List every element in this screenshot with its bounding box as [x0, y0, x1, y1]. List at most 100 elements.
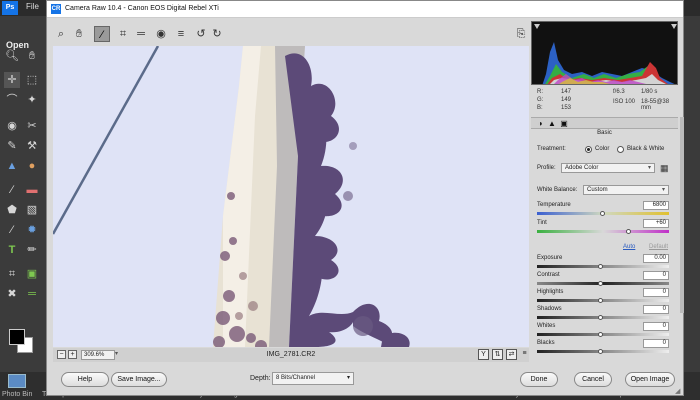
depth-select[interactable]: 8 Bits/Channel ▾ — [272, 372, 354, 385]
preview-toggle-icon[interactable]: Y — [478, 349, 489, 360]
panel-tabs: ◑ ▲ ▣ — [531, 117, 678, 129]
basic-tab-icon[interactable]: ◑ — [535, 119, 545, 128]
contrast-slider[interactable] — [537, 282, 669, 285]
exposure-label: Exposure — [537, 255, 563, 261]
image-preview[interactable] — [53, 46, 529, 347]
done-button[interactable]: Done — [520, 372, 558, 387]
contrast-label: Contrast — [537, 272, 560, 278]
swap-settings-icon[interactable]: ⇄ — [506, 349, 517, 360]
tint-slider[interactable] — [537, 230, 669, 233]
eye-tool-icon[interactable]: ◉ — [4, 118, 20, 134]
white-balance-select[interactable]: Custom ▾ — [583, 185, 669, 195]
hand-icon[interactable]: ✋︎ — [71, 26, 87, 42]
content-aware-move-tool-icon[interactable]: ✖ — [4, 286, 20, 302]
paint-bucket-tool-icon[interactable]: ⬟ — [4, 202, 20, 218]
file-menu[interactable]: File — [26, 2, 39, 11]
preferences-icon[interactable]: ≡ — [173, 26, 189, 42]
cancel-button[interactable]: Cancel — [574, 372, 612, 387]
quick-selection-tool-icon[interactable]: ✦ — [24, 92, 40, 108]
pencil-tool-icon[interactable]: ✏ — [24, 242, 40, 258]
treatment-bw-radio[interactable] — [617, 146, 624, 153]
straighten-icon[interactable]: ═ — [133, 26, 149, 42]
recompose-tool-icon[interactable]: ▣ — [24, 266, 40, 282]
foreground-color-swatch[interactable] — [9, 329, 25, 345]
app-logo: Ps — [2, 1, 18, 15]
camera-calibration-tab-icon[interactable]: ▣ — [559, 119, 569, 128]
whites-slider[interactable] — [537, 333, 669, 336]
treatment-label: Treatment: — [537, 146, 566, 152]
histogram — [531, 21, 678, 85]
open-image-button[interactable]: Open Image — [625, 372, 675, 387]
resize-grip-icon[interactable]: ◢ — [675, 387, 683, 395]
white-balance-eyedropper-icon[interactable]: ⁄ — [94, 26, 110, 42]
red-eye-removal-icon[interactable]: ◉ — [153, 26, 169, 42]
straighten-tool-icon[interactable]: ═ — [24, 286, 40, 302]
spot-healing-tool-icon[interactable]: ✂ — [24, 118, 40, 134]
tint-value[interactable]: +60 — [643, 219, 669, 228]
photo-bin-icon[interactable] — [8, 374, 26, 388]
host-bottom-item[interactable]: Photo Bin — [2, 391, 32, 398]
profile-select[interactable]: Adobe Color ▾ — [561, 163, 655, 173]
custom-shape-tool-icon[interactable]: ✹ — [24, 222, 40, 238]
iso-readout: ISO 100 — [613, 99, 636, 105]
marquee-tool-icon[interactable]: ⬚ — [24, 72, 40, 88]
exposure-slider[interactable] — [537, 265, 669, 268]
smart-brush-tool-icon[interactable]: ✎ — [4, 138, 20, 154]
contrast-slider-thumb[interactable] — [598, 281, 603, 286]
info-readout: R: 147 G: 149 B: 153 f/6.3 1/80 s ISO 100 1… — [531, 87, 678, 115]
shadows-value[interactable]: 0 — [643, 305, 669, 314]
crop-icon[interactable]: ⌗ — [115, 26, 131, 42]
before-after-icon[interactable]: ⇅ — [492, 349, 503, 360]
panel-scrollbar[interactable] — [680, 117, 684, 313]
detail-tab-icon[interactable]: ▲ — [547, 119, 557, 128]
blur-tool-icon[interactable]: ▲ — [4, 158, 20, 174]
move-tool-icon[interactable]: ✛ — [4, 72, 20, 88]
profile-browser-icon[interactable]: ▦ — [660, 163, 670, 173]
gradient-tool-icon[interactable]: ▧ — [24, 202, 40, 218]
whites-value[interactable]: 0 — [643, 322, 669, 331]
eraser-tool-icon[interactable]: ▬ — [24, 182, 40, 198]
blacks-slider-thumb[interactable] — [598, 349, 603, 354]
shadows-slider-thumb[interactable] — [598, 315, 603, 320]
rotate-left-icon[interactable]: ↺ — [193, 26, 209, 42]
exposure-value[interactable]: 0.00 — [643, 254, 669, 263]
highlights-value[interactable]: 0 — [643, 288, 669, 297]
treatment-color-label: Color — [595, 146, 610, 152]
clone-stamp-tool-icon[interactable]: ⚒ — [24, 138, 40, 154]
crop-tool-icon[interactable]: ⌗ — [4, 266, 20, 282]
preview-status-bar: − + 309.6% ▾ IMG_2781.CR2 Y ⇅ ⇄ ≡ — [53, 348, 529, 362]
temperature-slider-thumb[interactable] — [600, 211, 605, 216]
file-name: IMG_2781.CR2 — [266, 351, 316, 358]
rotate-right-icon[interactable]: ↻ — [209, 26, 225, 42]
eyedropper-tool-icon[interactable]: ⁄ — [4, 222, 20, 238]
tint-label: Tint — [537, 220, 547, 226]
zoom-icon[interactable]: ⌕ — [53, 26, 69, 42]
type-tool-icon[interactable]: T — [4, 242, 20, 258]
lasso-tool-icon[interactable]: ⌒ — [4, 92, 20, 108]
settings-menu-icon[interactable]: ≡ — [519, 349, 530, 360]
auto-link[interactable]: Auto — [623, 244, 635, 250]
highlights-slider-thumb[interactable] — [598, 298, 603, 303]
shadows-slider[interactable] — [537, 316, 669, 319]
hand-tool-icon[interactable]: ✋︎ — [24, 48, 40, 64]
exposure-slider-thumb[interactable] — [598, 264, 603, 269]
fullscreen-toggle-icon[interactable]: ⎘ — [513, 26, 529, 42]
blacks-value[interactable]: 0 — [643, 339, 669, 348]
save-image-button[interactable]: Save Image... — [111, 372, 167, 387]
highlights-slider[interactable] — [537, 299, 669, 302]
temperature-value[interactable]: 6800 — [643, 201, 669, 210]
help-button[interactable]: Help — [61, 372, 109, 387]
panel-section-title: Basic — [597, 130, 612, 136]
camera-raw-logo-icon: CR — [51, 4, 61, 14]
brush-tool-icon[interactable]: ∕ — [4, 182, 20, 198]
white-balance-label: White Balance: — [537, 187, 578, 193]
blacks-slider[interactable] — [537, 350, 669, 353]
camera-raw-dialog: CR Camera Raw 10.4 - Canon EOS Digital R… — [46, 0, 684, 396]
treatment-color-radio[interactable] — [585, 146, 592, 153]
blacks-label: Blacks — [537, 340, 555, 346]
whites-slider-thumb[interactable] — [598, 332, 603, 337]
tint-slider-thumb[interactable] — [626, 229, 632, 234]
sponge-tool-icon[interactable]: ● — [24, 158, 40, 174]
contrast-value[interactable]: 0 — [643, 271, 669, 280]
zoom-tool-icon[interactable]: 🔍︎ — [4, 48, 20, 64]
